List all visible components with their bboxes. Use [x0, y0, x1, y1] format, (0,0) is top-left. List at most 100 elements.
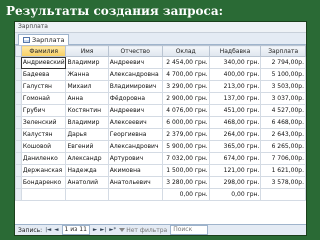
cell-familiya[interactable]: Бадеева — [20, 68, 67, 81]
cell-familiya[interactable]: Калустян — [20, 128, 67, 141]
table-row[interactable]: Андриевский Владимир Андреевич 2 454,00 грн… — [15, 56, 306, 69]
cell-nadbavka[interactable]: 264,00 грн. — [208, 128, 262, 141]
cell-nadbavka[interactable]: 121,00 грн. — [208, 164, 262, 177]
cell-otchestvo[interactable]: Анатольевич — [107, 176, 163, 189]
cell-familiya[interactable]: Галустян — [20, 80, 67, 93]
cell-oklad[interactable]: 2 379,00 грн. — [161, 128, 210, 141]
filter-funnel-icon — [119, 228, 126, 232]
cell-imya[interactable]: Жанна — [65, 68, 109, 81]
cell-oklad[interactable]: 2 900,00 грн. — [161, 92, 210, 105]
cell-nadbavka[interactable]: 340,00 грн. — [208, 56, 262, 69]
table-row[interactable]: Калустян Дарья Георгиевна 2 379,00 грн. 264,… — [15, 128, 306, 141]
cell-nadbavka[interactable]: 298,00 грн. — [208, 176, 262, 189]
cell-otchestvo[interactable]: Владимирович — [107, 80, 163, 93]
column-header-oklad[interactable]: Оклад — [161, 45, 210, 57]
record-position-field[interactable]: 1 из 11 — [61, 225, 90, 235]
cell-zarplata[interactable]: 1 621,00р. — [260, 164, 306, 177]
cell-otchestvo[interactable]: Александрович — [107, 140, 163, 153]
cell-zarplata[interactable]: 6 468,00р. — [260, 116, 306, 129]
cell-familiya[interactable]: Даниленко — [20, 152, 67, 165]
cell-familiya[interactable]: Гомонай — [20, 92, 67, 105]
table-row[interactable]: Кошовой Евгений Александрович 5 900,00 грн.… — [15, 140, 306, 153]
table-row[interactable]: Держанская Надежда Акимовна 1 500,00 грн. 12… — [15, 164, 306, 177]
cell-imya[interactable]: Анатолий — [65, 176, 109, 189]
total-cell-imya — [65, 188, 109, 201]
cell-zarplata[interactable]: 6 265,00р. — [260, 140, 306, 153]
cell-oklad[interactable]: 6 000,00 грн. — [161, 116, 210, 129]
cell-otchestvo[interactable]: Андреевич — [107, 56, 163, 69]
cell-imya[interactable]: Костянтин — [65, 104, 109, 117]
last-record-button[interactable]: ►| — [100, 227, 106, 233]
cell-oklad[interactable]: 5 900,00 грн. — [161, 140, 210, 153]
cell-otchestvo[interactable]: Алексеевич — [107, 116, 163, 129]
column-header-familiya[interactable]: Фамилия — [20, 45, 67, 57]
cell-oklad[interactable]: 3 290,00 грн. — [161, 80, 210, 93]
cell-otchestvo[interactable]: Артурович — [107, 152, 163, 165]
cell-oklad[interactable]: 2 454,00 грн. — [161, 56, 210, 69]
cell-oklad[interactable]: 3 280,00 грн. — [161, 176, 210, 189]
cell-familiya[interactable]: Грубич — [20, 104, 67, 117]
cell-nadbavka[interactable]: 674,00 грн. — [208, 152, 262, 165]
cell-familiya[interactable]: Держанская — [20, 164, 67, 177]
access-window: Зарплата Зарплата Фамилия Имя Отчество О… — [14, 21, 307, 236]
cell-zarplata[interactable]: 3 503,00р. — [260, 80, 306, 93]
cell-familiya[interactable]: Андриевский — [20, 56, 67, 69]
cell-otchestvo[interactable]: Георгиевна — [107, 128, 163, 141]
cell-zarplata[interactable]: 3 578,00р. — [260, 176, 306, 189]
cell-zarplata[interactable]: 4 527,00р. — [260, 104, 306, 117]
datasheet-footer — [15, 216, 306, 224]
tab-zarplata[interactable]: Зарплата — [18, 33, 70, 45]
cell-zarplata[interactable]: 2 643,00р. — [260, 128, 306, 141]
cell-zarplata[interactable]: 5 100,00р. — [260, 68, 306, 81]
search-input[interactable]: Поиск — [170, 225, 209, 235]
total-row: 0,00 грн. 0,00 грн. — [15, 188, 306, 201]
table-row[interactable]: Даниленко Александр Артурович 7 032,00 грн.… — [15, 152, 306, 165]
cell-otchestvo[interactable]: Андреевич — [107, 104, 163, 117]
previous-record-button[interactable]: ◄ — [54, 227, 58, 233]
cell-imya[interactable]: Александр — [65, 152, 109, 165]
total-cell-otchestvo — [107, 188, 163, 201]
cell-imya[interactable]: Дарья — [65, 128, 109, 141]
new-record-button[interactable]: ►* — [109, 227, 116, 233]
cell-imya[interactable]: Владимир — [65, 116, 109, 129]
next-record-button[interactable]: ► — [93, 227, 97, 233]
table-row[interactable]: Грубич Костянтин Андреевич 4 076,00 грн. 451… — [15, 104, 306, 117]
cell-imya[interactable]: Надежда — [65, 164, 109, 177]
cell-imya[interactable]: Владимир — [65, 56, 109, 69]
cell-nadbavka[interactable]: 400,00 грн. — [208, 68, 262, 81]
cell-familiya[interactable]: Зеленский — [20, 116, 67, 129]
cell-zarplata[interactable]: 2 794,00р. — [260, 56, 306, 69]
column-header-otchestvo[interactable]: Отчество — [107, 45, 163, 57]
column-header-zarplata[interactable]: Зарплата — [260, 45, 306, 57]
cell-oklad[interactable]: 7 032,00 грн. — [161, 152, 210, 165]
table-row[interactable]: Бондаренко Анатолий Анатольевич 3 280,00 гр… — [15, 176, 306, 189]
table-row[interactable]: Зеленский Владимир Алексеевич 6 000,00 грн.… — [15, 116, 306, 129]
cell-nadbavka[interactable]: 365,00 грн. — [208, 140, 262, 153]
cell-nadbavka[interactable]: 451,00 грн. — [208, 104, 262, 117]
cell-imya[interactable]: Анна — [65, 92, 109, 105]
table-row[interactable]: Гомонай Анна Фёдоровна 2 900,00 грн. 137,00 … — [15, 92, 306, 105]
column-header-nadbavka[interactable]: Надбавка — [208, 45, 262, 57]
cell-zarplata[interactable]: 3 037,00р. — [260, 92, 306, 105]
cell-otchestvo[interactable]: Александровна — [107, 68, 163, 81]
cell-oklad[interactable]: 1 500,00 грн. — [161, 164, 210, 177]
cell-oklad[interactable]: 4 076,00 грн. — [161, 104, 210, 117]
filter-indicator[interactable]: Нет фильтра — [119, 227, 167, 234]
cell-familiya[interactable]: Бондаренко — [20, 176, 67, 189]
cell-nadbavka[interactable]: 137,00 грн. — [208, 92, 262, 105]
cell-zarplata[interactable]: 7 706,00р. — [260, 152, 306, 165]
cell-familiya[interactable]: Кошовой — [20, 140, 67, 153]
table-row[interactable]: Галустян Михаил Владимирович 3 290,00 грн. 2… — [15, 80, 306, 93]
cell-nadbavka[interactable]: 468,00 грн. — [208, 116, 262, 129]
cell-imya[interactable]: Михаил — [65, 80, 109, 93]
first-record-button[interactable]: |◄ — [45, 227, 51, 233]
cell-oklad[interactable]: 4 700,00 грн. — [161, 68, 210, 81]
cell-nadbavka[interactable]: 213,00 грн. — [208, 80, 262, 93]
cell-otchestvo[interactable]: Фёдоровна — [107, 92, 163, 105]
cell-otchestvo[interactable]: Акимовна — [107, 164, 163, 177]
background-window-label: Зарплата — [18, 23, 48, 30]
table-row[interactable]: Бадеева Жанна Александровна 4 700,00 грн. 40… — [15, 68, 306, 81]
tab-label: Зарплата — [32, 35, 65, 44]
column-header-imya[interactable]: Имя — [65, 45, 109, 57]
cell-imya[interactable]: Евгений — [65, 140, 109, 153]
